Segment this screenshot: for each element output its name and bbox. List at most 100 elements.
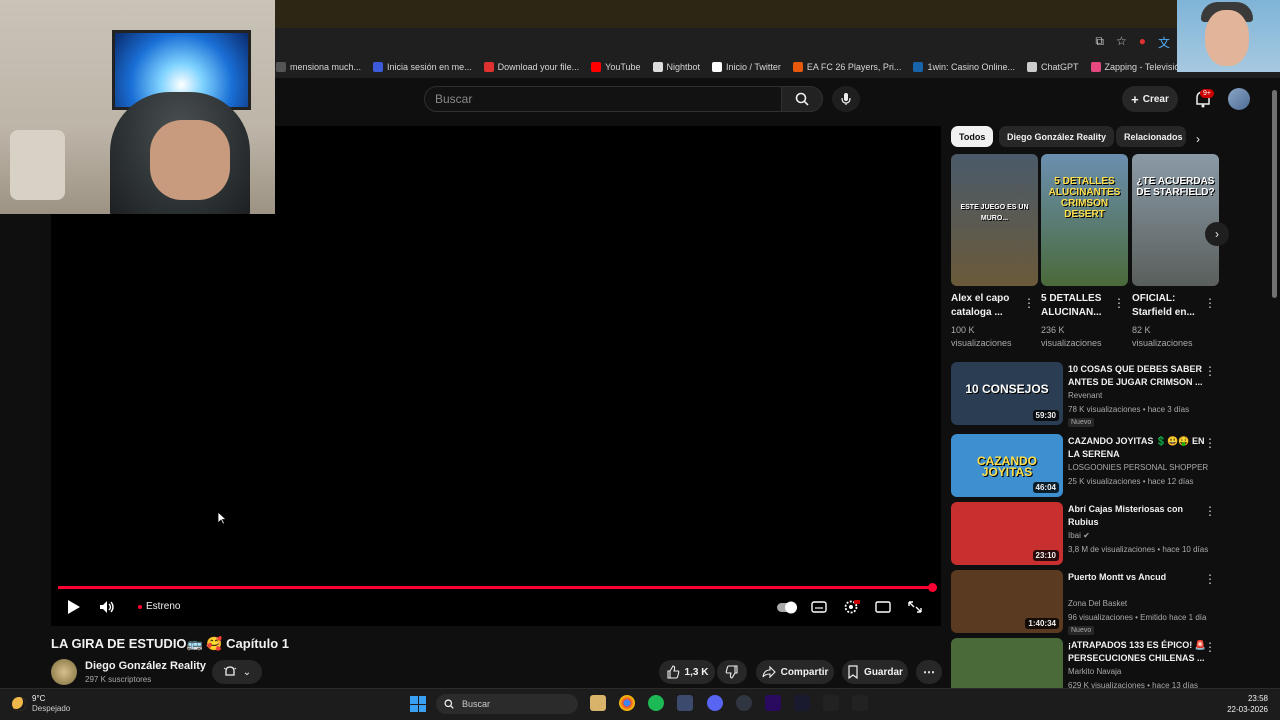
- create-button[interactable]: + Crear: [1122, 86, 1178, 112]
- new-badge: Nuevo: [1068, 626, 1095, 635]
- play-icon[interactable]: [64, 598, 82, 616]
- thumbs-down-icon: [725, 665, 738, 679]
- bookmark-item[interactable]: Inicio / Twitter: [712, 62, 781, 72]
- voice-search-button[interactable]: [832, 86, 860, 112]
- plus-icon: +: [1131, 91, 1139, 107]
- autoplay-toggle[interactable]: [776, 599, 798, 615]
- related-video-title[interactable]: ¡ATRAPADOS 133 ES ÉPICO! 🚨 PERSECUCIONES…: [1068, 639, 1208, 665]
- more-vertical-icon[interactable]: ⋮: [1204, 504, 1216, 518]
- related-video-thumbnail[interactable]: CAZANDO JOYITAS 46:04: [951, 434, 1063, 497]
- windows-start-icon[interactable]: [410, 696, 426, 712]
- search-icon: [795, 92, 809, 106]
- more-vertical-icon[interactable]: ⋮: [1204, 640, 1216, 654]
- install-icon[interactable]: ⧉: [1095, 34, 1104, 51]
- channel-name[interactable]: Diego González Reality: [85, 660, 206, 672]
- related-video-item[interactable]: 1:40:34 Puerto Montt vs Ancud Zona Del Bas…: [951, 570, 1226, 635]
- related-video-item[interactable]: 10 CONSEJOS 59:30 10 COSAS QUE DEBES SABER…: [951, 362, 1226, 427]
- premiere-icon[interactable]: [765, 695, 781, 711]
- chrome-icon[interactable]: [619, 695, 635, 711]
- short-title[interactable]: 5 DETALLES ALUCINAN...: [1041, 292, 1113, 320]
- subscribed-notification-button[interactable]: ⌄: [212, 660, 262, 684]
- fullscreen-icon[interactable]: [906, 599, 924, 615]
- dislike-button[interactable]: [717, 660, 747, 684]
- short-thumbnail[interactable]: ESTE JUEGO ES UN MURO...: [951, 154, 1038, 286]
- account-avatar[interactable]: [1228, 88, 1250, 110]
- related-video-thumbnail[interactable]: 23:10: [951, 502, 1063, 565]
- shorts-next-button[interactable]: ›: [1205, 222, 1229, 246]
- bookmark-item[interactable]: 1win: Casino Online...: [913, 62, 1015, 72]
- related-video-thumbnail[interactable]: 10 CONSEJOS 59:30: [951, 362, 1063, 425]
- bookmark-item[interactable]: Download your file...: [483, 62, 579, 72]
- progress-bar[interactable]: [58, 586, 932, 589]
- file-explorer-icon[interactable]: [590, 695, 606, 711]
- chevron-right-icon[interactable]: ›: [1196, 132, 1200, 146]
- search-button[interactable]: [781, 86, 823, 112]
- bookmark-label: mensiona much...: [290, 62, 362, 72]
- like-button[interactable]: 1,3 K: [659, 660, 715, 684]
- bookmark-item[interactable]: mensiona much...: [276, 62, 361, 72]
- bookmark-item[interactable]: Nightbot: [652, 62, 700, 72]
- star-icon[interactable]: ☆: [1116, 34, 1127, 51]
- bookmark-icon: [848, 665, 858, 679]
- related-video-meta: 3,8 M de visualizaciones • hace 10 días: [1068, 545, 1209, 554]
- bookmark-item[interactable]: EA FC 26 Players, Pri...: [792, 62, 901, 72]
- extension-red-icon[interactable]: ●: [1139, 34, 1146, 51]
- spotify-icon[interactable]: [648, 695, 664, 711]
- app-icon-m1[interactable]: [823, 695, 839, 711]
- chevron-down-icon: ⌄: [242, 666, 252, 678]
- obs-icon[interactable]: [736, 695, 752, 711]
- share-button[interactable]: Compartir: [756, 660, 834, 684]
- more-vertical-icon[interactable]: ⋮: [1204, 436, 1216, 450]
- short-thumbnail[interactable]: ¿TE ACUERDAS DE STARFIELD?: [1132, 154, 1219, 286]
- more-vertical-icon[interactable]: ⋮: [1204, 296, 1216, 310]
- bookmark-label: Inicio / Twitter: [726, 62, 781, 72]
- bookmark-item[interactable]: ChatGPT: [1026, 62, 1079, 72]
- channel-avatar[interactable]: [51, 659, 77, 685]
- translate-icon[interactable]: 文: [1158, 34, 1170, 51]
- bookmark-item[interactable]: Inicia sesión en me...: [373, 62, 472, 72]
- save-button[interactable]: Guardar: [842, 660, 908, 684]
- related-video-item[interactable]: CAZANDO JOYITAS 46:04 CAZANDO JOYITAS 💲😃🤑 …: [951, 434, 1226, 498]
- more-vertical-icon[interactable]: ⋮: [1113, 296, 1125, 310]
- chip-related[interactable]: Relacionados: [1116, 126, 1186, 147]
- related-video-title[interactable]: Abrí Cajas Misteriosas con Rubius: [1068, 503, 1208, 529]
- bookmark-favicon-icon: [792, 62, 803, 72]
- bookmark-label: ChatGPT: [1040, 62, 1079, 72]
- volume-icon[interactable]: [98, 598, 116, 616]
- more-vertical-icon[interactable]: ⋮: [1023, 296, 1035, 310]
- related-video-item[interactable]: 23:10 Abrí Cajas Misteriosas con Rubius Ib…: [951, 502, 1226, 566]
- settings-gear-icon[interactable]: [842, 599, 860, 615]
- taskbar-search[interactable]: Buscar: [436, 694, 578, 714]
- app-icon-a[interactable]: [794, 695, 810, 711]
- windows-taskbar: [0, 688, 1280, 720]
- app-icon-gamebar[interactable]: [677, 695, 693, 711]
- app-icon-m2[interactable]: [852, 695, 868, 711]
- system-clock[interactable]: 23:58 22-03-2026: [1224, 693, 1268, 715]
- related-video-title[interactable]: 10 COSAS QUE DEBES SABER ANTES DE JUGAR …: [1068, 363, 1208, 389]
- premiere-indicator: Estreno: [138, 601, 180, 612]
- scrollbar-thumb[interactable]: [1272, 90, 1277, 298]
- related-video-thumbnail[interactable]: 1:40:34: [951, 570, 1063, 633]
- progress-scrubber[interactable]: [928, 583, 937, 592]
- related-video-title[interactable]: Puerto Montt vs Ancud: [1068, 571, 1208, 584]
- more-vertical-icon[interactable]: ⋮: [1204, 364, 1216, 378]
- search-placeholder: Buscar: [435, 92, 473, 106]
- short-thumbnail[interactable]: 5 DETALLES ALUCINANTES CRIMSON DESERT: [1041, 154, 1128, 286]
- chip-channel[interactable]: Diego González Reality: [999, 126, 1115, 147]
- discord-icon[interactable]: [707, 695, 723, 711]
- related-video-title[interactable]: CAZANDO JOYITAS 💲😃🤑 EN LA SERENA: [1068, 435, 1208, 461]
- search-icon: [444, 699, 454, 709]
- bookmark-favicon-icon: [913, 62, 924, 72]
- bookmark-favicon-icon: [1090, 62, 1101, 72]
- chip-todos[interactable]: Todos: [951, 126, 994, 147]
- short-title[interactable]: OFICIAL: Starfield en...: [1132, 292, 1204, 320]
- search-input[interactable]: Buscar: [424, 86, 782, 112]
- more-actions-button[interactable]: ⋯: [916, 660, 942, 684]
- short-title[interactable]: Alex el capo cataloga ...: [951, 292, 1023, 320]
- weather-widget[interactable]: 9°C Despejado: [12, 694, 70, 714]
- bookmark-favicon-icon: [373, 62, 384, 72]
- more-vertical-icon[interactable]: ⋮: [1204, 572, 1216, 586]
- theater-mode-icon[interactable]: [874, 599, 892, 615]
- bookmark-item[interactable]: YouTube: [591, 62, 641, 72]
- subtitles-icon[interactable]: [810, 599, 828, 615]
